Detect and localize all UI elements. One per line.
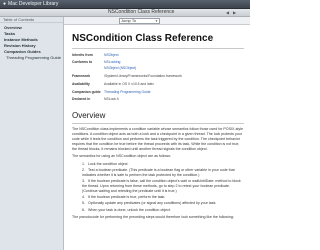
title-divider bbox=[72, 48, 244, 49]
list-item: 5. Optionally update any predicates (or s… bbox=[82, 201, 217, 206]
sidebar-item-threading-guide[interactable]: Threading Programming Guide bbox=[4, 55, 63, 61]
step-text: When your task is done, unlock the condi… bbox=[88, 207, 171, 212]
overview-heading: Overview bbox=[72, 111, 106, 121]
overview-paragraph: The NSCondition class implements a condi… bbox=[72, 127, 243, 151]
step-text: Test a boolean predicate. (This predicat… bbox=[82, 168, 235, 178]
spec-key: Framework bbox=[72, 73, 91, 78]
spec-link-nslocking[interactable]: NSLocking bbox=[104, 58, 244, 66]
list-item: 2. Test a boolean predicate. (This predic… bbox=[82, 168, 235, 178]
closing-paragraph: The pseudocode for performing the preced… bbox=[72, 215, 234, 220]
spec-key: Companion guide bbox=[72, 89, 101, 94]
semantics-steps-list: 1. Lock the condition object. 2. Test a bo… bbox=[82, 162, 244, 212]
spec-row: Companion guide Threading Programming Gu… bbox=[72, 87, 244, 95]
spec-value-declared-in: NSLock.h bbox=[104, 97, 119, 102]
library-title: Mac Developer Library bbox=[8, 1, 59, 7]
spec-value-framework: /System/Library/Frameworks/Foundation.fr… bbox=[104, 73, 182, 78]
spec-value-availability: Available in OS X v10.5 and later. bbox=[104, 81, 155, 86]
spec-key: Declared in bbox=[72, 97, 91, 102]
spec-row: Framework /System/Library/Frameworks/Fou… bbox=[72, 71, 244, 79]
step-text: If the boolean predicate is true, perfor… bbox=[88, 195, 166, 200]
document-title: NSCondition Class Reference bbox=[108, 9, 175, 15]
step-text: Lock the condition object. bbox=[88, 162, 129, 167]
section-divider bbox=[72, 123, 244, 125]
chevron-down-icon: ▼ bbox=[155, 19, 158, 23]
spec-link-companion-guide[interactable]: Threading Programming Guide bbox=[104, 87, 244, 95]
page-title: NSCondition Class Reference bbox=[72, 33, 214, 44]
library-brand[interactable]: ● Mac Developer Library bbox=[3, 1, 58, 8]
list-item: 1. Lock the condition object. bbox=[82, 162, 129, 167]
list-item: 3. If the boolean predicate is false, cal… bbox=[82, 179, 241, 194]
spec-key: Conforms to bbox=[72, 60, 93, 65]
overview-paragraph: The semantics for using an NSCondition o… bbox=[72, 154, 171, 159]
next-page-icon[interactable]: ▶ bbox=[233, 10, 236, 16]
apple-icon: ● bbox=[3, 1, 7, 7]
spec-row: Declared in NSLock.h bbox=[72, 95, 244, 103]
sidebar: Table of Contents Overview Tasks Instanc… bbox=[0, 17, 64, 250]
main-content: NSCondition Class Reference Inherits fro… bbox=[64, 25, 250, 250]
spec-key: Availability bbox=[72, 81, 90, 86]
toc-list: Overview Tasks Instance Methods Revision… bbox=[0, 23, 63, 61]
previous-page-icon[interactable]: ◀ bbox=[226, 10, 229, 16]
class-spec-table: Inherits from NSObject Conforms to NSLoc… bbox=[72, 52, 244, 102]
spec-row: Availability Available in OS X v10.5 and… bbox=[72, 79, 244, 87]
list-item: 4. If the boolean predicate is true, perf… bbox=[82, 195, 166, 200]
jump-bar: Jump To ▼ bbox=[64, 17, 250, 25]
step-text: If the boolean predicate is false, call … bbox=[82, 179, 241, 194]
list-item: 6. When your task is done, unlock the con… bbox=[82, 207, 171, 212]
step-text: Optionally update any predicates (or sig… bbox=[88, 201, 217, 206]
spec-row: Conforms to NSLocking bbox=[72, 58, 244, 66]
jump-to-label: Jump To bbox=[121, 18, 137, 23]
jump-to-select[interactable]: Jump To ▼ bbox=[119, 18, 160, 24]
top-bar: ● Mac Developer Library bbox=[0, 0, 250, 9]
document-title-bar: NSCondition Class Reference ◀ ▶ bbox=[0, 9, 250, 17]
